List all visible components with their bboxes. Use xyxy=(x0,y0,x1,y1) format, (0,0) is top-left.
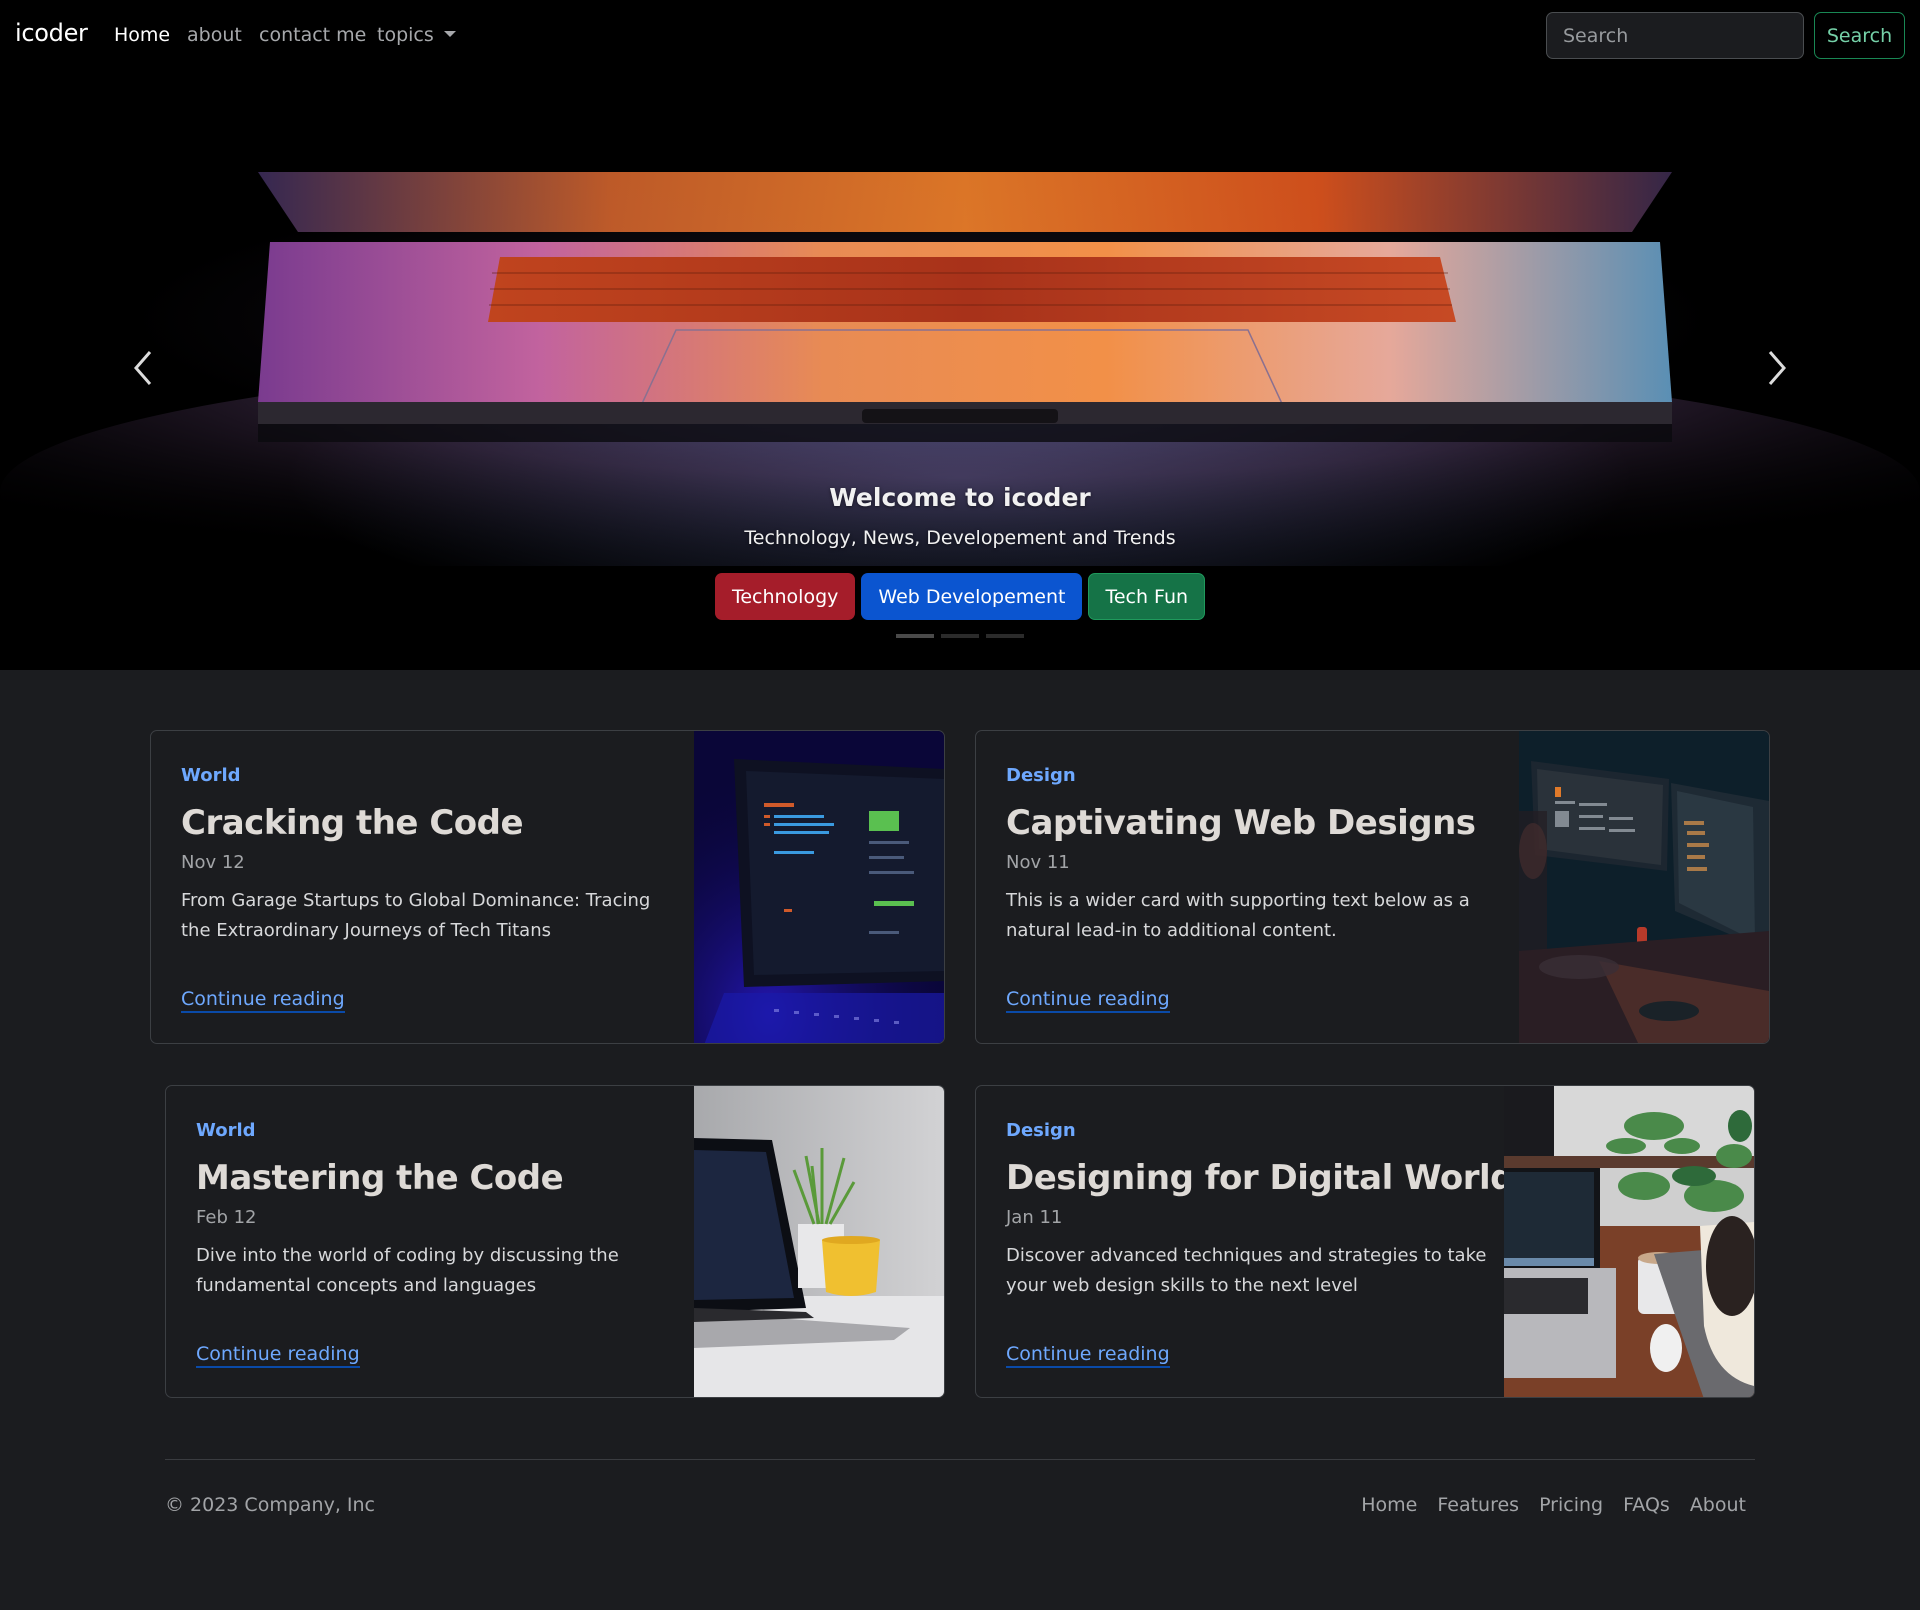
blog-card: World Cracking the Code Nov 12 From Gara… xyxy=(150,730,945,1044)
carousel-indicator-1[interactable] xyxy=(896,634,934,638)
hero-subtitle: Technology, News, Developement and Trend… xyxy=(744,527,1176,549)
card-image-laptop-code xyxy=(694,731,944,1043)
card-text: This is a wider card with supporting tex… xyxy=(1006,890,1470,941)
carousel-prev-button[interactable] xyxy=(124,340,164,396)
card-category: Design xyxy=(1006,1120,1076,1141)
footer-link-about[interactable]: About xyxy=(1690,1494,1746,1516)
continue-reading-link[interactable]: Continue reading xyxy=(181,987,345,1013)
card-text: Discover advanced techniques and strateg… xyxy=(1006,1245,1487,1296)
card-category: World xyxy=(196,1120,256,1141)
card-title: Cracking the Code xyxy=(181,803,524,843)
footer-link-home[interactable]: Home xyxy=(1361,1494,1417,1516)
blog-card: World Mastering the Code Feb 12 Dive int… xyxy=(165,1085,945,1398)
nav-link-home[interactable]: Home xyxy=(114,24,170,46)
blog-card: Design Captivating Web Designs Nov 11 Th… xyxy=(975,730,1770,1044)
card-image-laptop-plant xyxy=(694,1086,944,1397)
carousel-indicator-3[interactable] xyxy=(986,634,1024,638)
card-category: Design xyxy=(1006,765,1076,786)
card-date: Jan 11 xyxy=(1006,1207,1063,1228)
card-title: Captivating Web Designs xyxy=(1006,803,1476,843)
footer-link-features[interactable]: Features xyxy=(1437,1494,1519,1516)
navbar: icoder Home about contact me topics Sear… xyxy=(0,0,1920,72)
card-image-desk-plants xyxy=(1504,1086,1754,1397)
brand-logo[interactable]: icoder xyxy=(15,19,88,47)
blog-card: Design Designing for Digital World Jan 1… xyxy=(975,1085,1755,1398)
card-date: Nov 11 xyxy=(1006,852,1070,873)
footer-link-faqs[interactable]: FAQs xyxy=(1623,1494,1670,1516)
card-date: Nov 12 xyxy=(181,852,245,873)
chevron-right-icon xyxy=(1768,351,1786,385)
nav-link-contact[interactable]: contact me xyxy=(259,24,366,46)
card-image-dual-monitors xyxy=(1519,731,1769,1043)
tech-fun-button[interactable]: Tech Fun xyxy=(1088,573,1206,620)
search-button[interactable]: Search xyxy=(1814,12,1905,59)
footer-divider xyxy=(165,1459,1755,1460)
card-text: From Garage Startups to Global Dominance… xyxy=(181,890,651,941)
card-title: Mastering the Code xyxy=(196,1158,564,1198)
nav-dropdown-topics[interactable]: topics xyxy=(377,24,456,46)
footer-nav: Home Features Pricing FAQs About xyxy=(1361,1494,1746,1516)
continue-reading-link[interactable]: Continue reading xyxy=(1006,1342,1170,1368)
card-text: Dive into the world of coding by discuss… xyxy=(196,1245,619,1296)
hero-carousel: Welcome to icoder Technology, News, Deve… xyxy=(0,72,1920,670)
carousel-next-button[interactable] xyxy=(1756,340,1796,396)
copyright-text: © 2023 Company, Inc xyxy=(165,1494,375,1516)
card-title: Designing for Digital World xyxy=(1006,1158,1514,1198)
web-development-button[interactable]: Web Developement xyxy=(861,573,1083,620)
search-input[interactable] xyxy=(1546,12,1804,59)
continue-reading-link[interactable]: Continue reading xyxy=(1006,987,1170,1013)
technology-button[interactable]: Technology xyxy=(714,573,856,620)
chevron-left-icon xyxy=(134,351,152,385)
carousel-indicators xyxy=(0,634,1920,638)
hero-title: Welcome to icoder xyxy=(829,483,1091,512)
caret-down-icon xyxy=(443,31,456,37)
card-category: World xyxy=(181,765,241,786)
footer-link-pricing[interactable]: Pricing xyxy=(1539,1494,1603,1516)
carousel-indicator-2[interactable] xyxy=(941,634,979,638)
continue-reading-link[interactable]: Continue reading xyxy=(196,1342,360,1368)
card-date: Feb 12 xyxy=(196,1207,257,1228)
nav-link-topics-label: topics xyxy=(377,24,434,46)
nav-link-about[interactable]: about xyxy=(187,24,242,46)
hero-buttons: Technology Web Developement Tech Fun xyxy=(0,573,1920,620)
